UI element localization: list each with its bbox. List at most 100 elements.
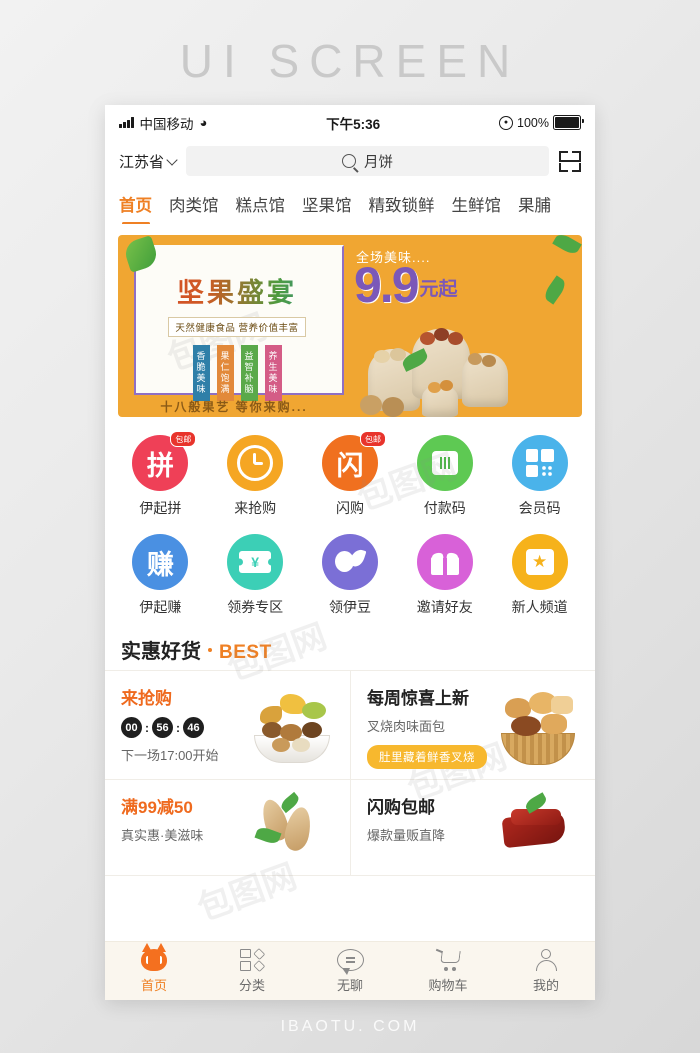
banner-tag: 果仁饱满 xyxy=(216,345,234,401)
section-dot-icon xyxy=(208,647,212,652)
banner-tag: 香脆美味 xyxy=(192,345,210,401)
search-value: 月饼 xyxy=(364,154,393,171)
quick-action-lingquan[interactable]: ¥ 领券专区 xyxy=(208,534,303,617)
quick-action-label: 领券专区 xyxy=(227,599,284,615)
quick-action-label: 领伊豆 xyxy=(328,599,371,615)
rotation-lock-icon: ● xyxy=(499,115,514,130)
quick-action-label: 邀请好友 xyxy=(416,599,473,615)
banner-tags: 香脆美味 果仁饱满 益智补脑 养生美味 xyxy=(134,345,340,401)
qrcode-icon xyxy=(511,435,568,491)
tab-bar-label: 分类 xyxy=(238,977,265,993)
gift-icon xyxy=(416,534,473,590)
tab-pastry[interactable]: 糕点馆 xyxy=(236,192,286,218)
tab-bar-item-chat[interactable]: 无聊 xyxy=(301,942,399,1000)
quick-action-xinren[interactable]: ★ 新人频道 xyxy=(492,534,587,617)
quick-action-huiyuanma[interactable]: 会员码 xyxy=(492,435,587,518)
tab-home[interactable]: 首页 xyxy=(119,192,152,218)
shopping-cart-icon xyxy=(435,948,461,971)
countdown-sep: : xyxy=(145,720,149,735)
tab-bar-item-cart[interactable]: 购物车 xyxy=(399,942,497,1000)
search-input[interactable]: 月饼 xyxy=(186,146,549,176)
product-card-laiqianggou[interactable]: 来抢购 00 : 56 : 46 下一场17:00开始 xyxy=(105,671,350,780)
banner-price-unit: 元起 xyxy=(419,278,458,300)
quick-action-yiqipin[interactable]: 拼 包邮 伊起拼 xyxy=(113,431,208,518)
product-subtitle: 爆款量贩直降 xyxy=(367,828,446,843)
chat-icon xyxy=(336,948,364,975)
tab-meat[interactable]: 肉类馆 xyxy=(169,192,219,218)
section-best-label: BEST xyxy=(219,642,272,663)
quick-action-lingyidou[interactable]: 领伊豆 xyxy=(303,534,398,617)
quick-action-shangou[interactable]: 闪 包邮 闪购 xyxy=(303,431,398,518)
quick-action-yiqizhuan[interactable]: 赚 伊起赚 xyxy=(113,534,208,617)
banner-subtitle: 天然健康食品 营养价值丰富 xyxy=(168,317,306,337)
product-text: 满99减50 真实惠·美滋味 xyxy=(121,793,246,865)
countdown-seconds: 46 xyxy=(183,717,204,738)
product-text: 来抢购 00 : 56 : 46 下一场17:00开始 xyxy=(121,684,246,769)
category-tabs: 首页 肉类馆 糕点馆 坚果馆 精致锁鲜 生鲜馆 果脯 xyxy=(105,186,595,224)
countdown-sep: : xyxy=(176,720,180,735)
flash-sale-icon: 闪 包邮 xyxy=(321,431,386,491)
quick-action-label: 来抢购 xyxy=(234,500,277,516)
product-row: 来抢购 00 : 56 : 46 下一场17:00开始 每周惊喜上新 叉烧肉味面… xyxy=(105,671,595,780)
scan-icon[interactable] xyxy=(559,150,581,172)
quick-action-yaoqing[interactable]: 邀请好友 xyxy=(397,534,492,617)
page-title: UI SCREEN xyxy=(179,35,521,87)
product-subtitle: 真实惠·美滋味 xyxy=(121,828,204,843)
product-text: 闪购包邮 爆款量贩直降 xyxy=(367,793,491,865)
status-bar: 中国移动 ◕ 下午5:36 ● 100% xyxy=(105,105,595,140)
banner-left: 坚果盛宴 天然健康食品 营养价值丰富 香脆美味 果仁饱满 益智补脑 养生美味 十… xyxy=(118,235,350,417)
tab-fresh-lock[interactable]: 精致锁鲜 xyxy=(369,192,435,218)
tab-bar-item-profile[interactable]: 我的 xyxy=(497,942,595,1000)
tab-dried-fruit[interactable]: 果脯 xyxy=(518,192,551,218)
mixed-nuts-bowl-image xyxy=(246,684,338,769)
promo-banner[interactable]: 坚果盛宴 天然健康食品 营养价值丰富 香脆美味 果仁饱满 益智补脑 养生美味 十… xyxy=(118,235,582,417)
product-title: 每周惊喜上新 xyxy=(367,689,469,708)
banner-tag: 养生美味 xyxy=(264,345,282,401)
status-bar-left: 中国移动 ◕ xyxy=(119,113,207,133)
page-footer: IBAOTU. COM xyxy=(280,1018,420,1035)
tab-fresh[interactable]: 生鲜馆 xyxy=(452,192,502,218)
product-card-shangou[interactable]: 闪购包邮 爆款量贩直降 xyxy=(350,780,595,876)
search-row: 江苏省 月饼 xyxy=(105,140,595,186)
quick-action-laiqianggou[interactable]: 来抢购 xyxy=(208,435,303,518)
free-shipping-badge: 包邮 xyxy=(359,431,386,447)
section-title: 实惠好货 xyxy=(121,641,201,663)
star-badge-icon: ★ xyxy=(511,534,568,590)
phone-screen: 中国移动 ◕ 下午5:36 ● 100% 江苏省 月饼 首页 肉类馆 糕点馆 坚… xyxy=(105,105,595,1000)
location-selector[interactable]: 江苏省 xyxy=(119,151,178,172)
location-label: 江苏省 xyxy=(119,153,165,171)
tab-bar-item-category[interactable]: 分类 xyxy=(203,942,301,1000)
earn-icon: 赚 xyxy=(132,534,189,590)
tab-nuts[interactable]: 坚果馆 xyxy=(302,192,352,218)
search-icon xyxy=(342,154,356,168)
quick-action-fukuanma[interactable]: 付款码 xyxy=(397,435,492,518)
product-text: 每周惊喜上新 叉烧肉味面包 肚里藏着鲜香叉烧 xyxy=(367,684,491,769)
free-shipping-badge: 包邮 xyxy=(170,431,197,447)
tab-bar-label: 购物车 xyxy=(428,977,468,993)
status-time: 下午5:36 xyxy=(326,116,381,132)
banner-right: 全场美味.... 9.9 元起 xyxy=(350,235,582,417)
almond-image xyxy=(246,791,338,865)
product-card-man99[interactable]: 满99减50 真实惠·美滋味 xyxy=(105,780,350,876)
icon-glyph: 闪 xyxy=(336,450,364,481)
tab-bar-label: 首页 xyxy=(140,977,167,993)
product-row: 满99减50 真实惠·美滋味 闪购包邮 爆款量贩直降 xyxy=(105,780,595,876)
tab-bar-item-home[interactable]: 首页 xyxy=(105,942,203,1000)
person-icon xyxy=(535,948,558,971)
banner-tag: 益智补脑 xyxy=(240,345,258,401)
section-header: 实惠好货 BEST xyxy=(105,623,595,670)
banner-footer-text: 十八般果艺 等你来购... xyxy=(160,400,308,414)
product-title: 来抢购 xyxy=(121,689,172,708)
cat-home-icon xyxy=(141,942,167,971)
countdown-timer: 00 : 56 : 46 xyxy=(121,717,246,738)
battery-icon xyxy=(553,115,584,130)
quick-action-label: 付款码 xyxy=(423,500,466,516)
product-subtitle: 叉烧肉味面包 xyxy=(367,719,446,734)
dried-meat-image xyxy=(491,792,583,865)
product-pill-badge: 肚里藏着鲜香叉烧 xyxy=(367,745,487,769)
product-list: 来抢购 00 : 56 : 46 下一场17:00开始 每周惊喜上新 叉烧肉味面… xyxy=(105,670,595,876)
signal-bars-icon xyxy=(119,117,134,128)
banner-content: 坚果盛宴 天然健康食品 营养价值丰富 香脆美味 果仁饱满 益智补脑 养生美味 xyxy=(134,249,340,401)
barcode-icon xyxy=(416,435,473,491)
product-card-weekly-new[interactable]: 每周惊喜上新 叉烧肉味面包 肚里藏着鲜香叉烧 xyxy=(350,671,595,780)
